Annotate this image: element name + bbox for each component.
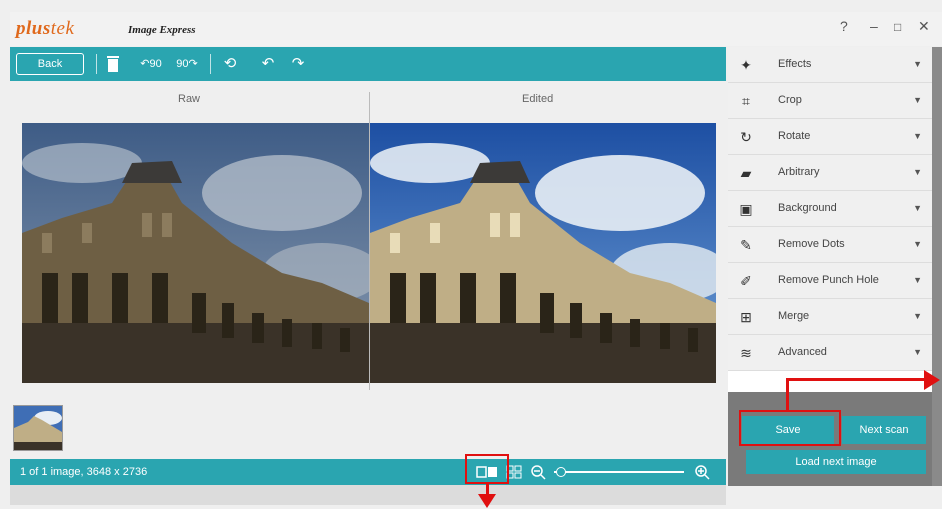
arrow-right-icon <box>924 370 940 390</box>
panel-item-crop[interactable]: ⌗ Crop ▼ <box>728 83 932 119</box>
remove-dots-icon: ✎ <box>740 237 752 253</box>
panel-item-arbitrary[interactable]: ▰ Arbitrary ▼ <box>728 155 932 191</box>
chevron-down-icon: ▼ <box>913 311 922 321</box>
help-button[interactable]: ? <box>840 18 848 34</box>
panel-item-label: Effects <box>778 58 812 70</box>
panel-item-label: Background <box>778 202 837 214</box>
panel-item-background[interactable]: ▣ Background ▼ <box>728 191 932 227</box>
title-bar: plustek Image Express ? – □ ✕ <box>10 12 942 46</box>
load-next-image-button[interactable]: Load next image <box>746 450 926 474</box>
zoom-slider-handle[interactable] <box>556 467 566 477</box>
bottom-strip <box>10 485 726 505</box>
panel-item-remove-punch-hole[interactable]: ✐ Remove Punch Hole ▼ <box>728 263 932 299</box>
close-button[interactable]: ✕ <box>918 18 930 35</box>
raw-label: Raw <box>178 93 201 105</box>
crop-icon: ⌗ <box>742 93 750 109</box>
chevron-down-icon: ▼ <box>913 239 922 249</box>
chevron-down-icon: ▼ <box>913 59 922 69</box>
panel-scrollbar[interactable] <box>932 47 942 486</box>
annotation-arrow-line <box>786 378 926 381</box>
chevron-down-icon: ▼ <box>913 95 922 105</box>
back-button[interactable]: Back <box>16 53 84 75</box>
panel-item-effects[interactable]: ✦ Effects ▼ <box>728 47 932 83</box>
panel-item-advanced[interactable]: ≋ Advanced ▼ <box>728 335 932 371</box>
plustek-logo: plustek <box>16 18 75 39</box>
zoom-out-icon[interactable] <box>530 464 546 480</box>
rotate-right-90-icon[interactable]: 90↷ <box>172 54 202 74</box>
panel-item-label: Remove Punch Hole <box>778 274 879 286</box>
minimize-button[interactable]: – <box>870 18 878 34</box>
chevron-down-icon: ▼ <box>913 275 922 285</box>
panel-item-label: Arbitrary <box>778 166 820 178</box>
chevron-down-icon: ▼ <box>913 131 922 141</box>
rotate-icon: ↻ <box>740 129 752 145</box>
chevron-down-icon: ▼ <box>913 203 922 213</box>
rotate-left-90-icon[interactable]: ↶90 <box>136 54 166 74</box>
background-icon: ▣ <box>739 201 753 217</box>
delete-icon[interactable] <box>106 54 124 74</box>
viewer-labels: Raw Edited <box>10 89 726 109</box>
merge-icon: ⊞ <box>740 309 752 325</box>
maximize-button[interactable]: □ <box>894 20 901 34</box>
panel-item-label: Remove Dots <box>778 238 845 250</box>
panel-item-label: Crop <box>778 94 802 106</box>
zoom-in-icon[interactable] <box>694 464 710 480</box>
raw-image <box>22 123 369 383</box>
panel-item-label: Merge <box>778 310 810 322</box>
save-highlight-box <box>739 410 841 446</box>
arbitrary-icon: ▰ <box>740 165 752 181</box>
panel-item-rotate[interactable]: ↻ Rotate ▼ <box>728 119 932 155</box>
arrow-down-icon <box>478 494 496 508</box>
panel-item-merge[interactable]: ⊞ Merge ▼ <box>728 299 932 335</box>
next-scan-button[interactable]: Next scan <box>842 416 926 444</box>
toolbar-separator <box>96 54 97 74</box>
image-info: 1 of 1 image, 3648 x 2736 <box>20 466 148 478</box>
advanced-icon: ≋ <box>740 345 752 361</box>
panel-item-remove-dots[interactable]: ✎ Remove Dots ▼ <box>728 227 932 263</box>
edited-label: Edited <box>522 93 554 105</box>
app-window: plustek Image Express ? – □ ✕ Back ↶90 9… <box>0 0 942 509</box>
flip-icon[interactable]: ⟲ <box>220 54 240 74</box>
status-bar: 1 of 1 image, 3648 x 2736 <box>10 459 726 485</box>
chevron-down-icon: ▼ <box>913 167 922 177</box>
remove-punch-hole-icon: ✐ <box>740 273 752 289</box>
panel-item-label: Advanced <box>778 346 827 358</box>
undo-icon[interactable]: ↶ <box>258 54 278 74</box>
effects-icon: ✦ <box>740 57 752 73</box>
panel-item-label: Rotate <box>778 130 811 142</box>
toolbar: Back ↶90 90↷ ⟲ ↶ ↷ <box>10 47 726 81</box>
redo-icon[interactable]: ↷ <box>288 54 308 74</box>
compare-view-highlight-box <box>465 454 509 484</box>
chevron-down-icon: ▼ <box>913 347 922 357</box>
annotation-arrow-line <box>786 378 789 410</box>
toolbar-separator <box>210 54 211 74</box>
zoom-slider[interactable] <box>554 467 684 477</box>
edited-image <box>370 123 716 383</box>
image-thumbnail[interactable] <box>13 405 63 451</box>
app-title: Image Express <box>128 24 196 36</box>
